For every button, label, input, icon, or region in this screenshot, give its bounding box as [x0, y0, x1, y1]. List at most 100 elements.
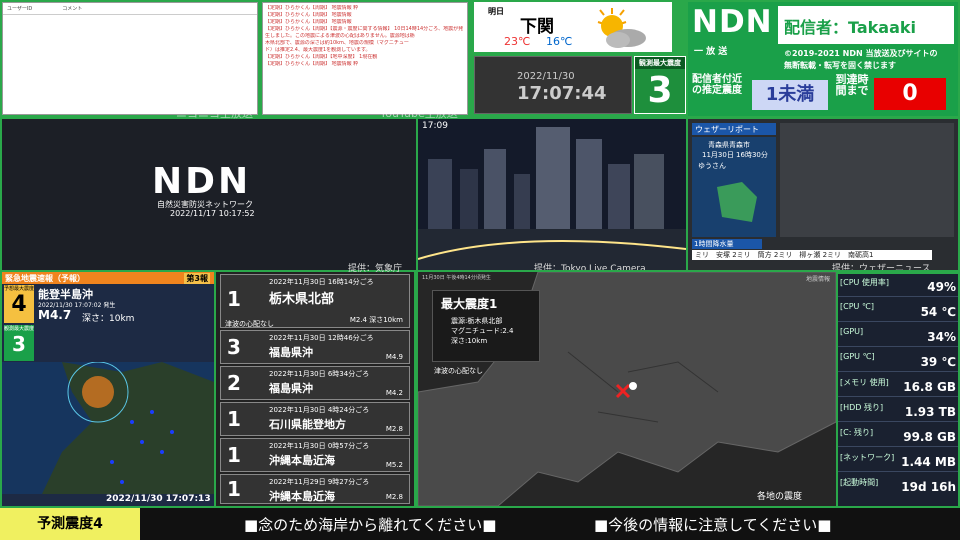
stat-value: 16.8 GB: [903, 380, 956, 394]
arrival-value: 0: [874, 78, 946, 110]
quake-row: 2 2022年11月30日 6時34分ごろ 福島県沖 M4.2: [220, 366, 410, 400]
map-magnitude: マグニチュード:2.4: [451, 327, 514, 335]
weather-report-map: 青森県青森市 11月30日 16時30分 ゆうさん: [692, 137, 776, 237]
quake-row: 1 2022年11月30日 0時57分ごろ 沖縄本島近海 M5.2: [220, 438, 410, 472]
map-epicenter: 震源:栃木県北部: [451, 317, 503, 325]
copyright-line: 無断転載・転写を固く禁じます: [784, 61, 896, 70]
max-intensity-box: 観測最大震度 3: [634, 56, 686, 114]
chat-line: 木県北部で、震源の深さは約10km、地震の規模（マグニチュー: [265, 40, 409, 46]
stat-row: [CPU ℃] 54 ℃: [838, 299, 958, 322]
quake-date: 2022年11月30日 16時14分ごろ: [269, 278, 374, 286]
rain-bar-title: 1時間降水量: [692, 239, 762, 249]
eew-title-text: 緊急地震速報（予報）: [5, 274, 85, 283]
map-depth: 深さ:10km: [451, 337, 488, 345]
stat-label: [C: 残り]: [840, 428, 874, 437]
weather-report-photo: [780, 123, 954, 237]
forecast-day: 明日: [488, 7, 504, 16]
quake-mag: M2.4 深さ10km: [349, 316, 403, 324]
forecast-city: 下関: [520, 17, 554, 37]
streamer-label: 配信者：Takaaki: [778, 6, 954, 44]
stat-row: [C: 残り] 99.8 GB: [838, 424, 958, 447]
quake-mag: M2.8: [385, 425, 403, 433]
ndn-subtitle: 一 放 送: [694, 47, 728, 57]
comment-header: ユーザーID コメント: [3, 3, 257, 15]
stat-label: [ネットワーク]: [840, 453, 895, 462]
map-header-right: 地震情報: [805, 276, 830, 283]
comment-panel-youtube: 【定期】ひらかくん【周期】 地震情報 粋 【定期】ひらかくん【周期】 地震情報 …: [262, 2, 468, 115]
chat-line: ド）は推定2.4、最大震度1を観測しています。: [265, 47, 371, 53]
quake-mag: M5.2: [385, 461, 403, 469]
stat-value: 1.93 TB: [904, 405, 956, 419]
quake-place: 沖縄本島近海: [269, 454, 335, 467]
quake-tsunami: 津波の心配なし: [225, 320, 274, 328]
system-stats: [CPU 使用率] 49% [CPU ℃] 54 ℃ [GPU] 34% [GPU ℃…: [838, 274, 958, 506]
eew-obs-value: 3: [12, 332, 26, 356]
quake-place: 福島県沖: [269, 346, 313, 359]
weather-report-title: ウェザーリポート: [692, 123, 776, 135]
quake-date: 2022年11月30日 4時24分ごろ: [269, 406, 370, 414]
quake-shindo: 2: [227, 371, 241, 395]
rain-bar: ミリ 安塚 2ミリ 筒方 2ミリ 柳ヶ瀬 2ミリ 南砺高1: [692, 250, 932, 260]
predicted-intensity-label: 予測震度4: [0, 508, 140, 540]
stat-value: 99.8 GB: [903, 430, 956, 444]
clock-date: 2022/11/30: [517, 71, 575, 82]
quake-mag: M2.8: [385, 493, 403, 501]
stat-value: 19d 16h: [901, 480, 956, 494]
map-tsunami: 津波の心配なし: [434, 367, 483, 375]
sun-cloud-icon: [597, 8, 646, 48]
city-skyline-image: [418, 119, 686, 270]
map-header: 11月30日 午後4時14分頃発生: [422, 275, 491, 281]
map-max: 最大震度1: [441, 297, 498, 311]
quake-row: 1 2022年11月29日 9時27分ごろ 沖縄本島近海 M2.8: [220, 474, 410, 504]
eew-observed-box: 観測最大震度 3: [4, 325, 34, 361]
eew-report-number: 第3報: [184, 273, 210, 284]
forecast-high: 23℃: [504, 35, 531, 48]
ndn-logo: NDN: [692, 4, 773, 40]
quake-shindo: 1: [227, 477, 241, 501]
max-intensity-label: 観測最大震度: [635, 57, 685, 69]
stat-value: 49%: [927, 280, 956, 294]
copyright-line: ©2019-2021 NDN 当放送及びサイトの: [784, 49, 938, 58]
stat-row: [CPU 使用率] 49%: [838, 274, 958, 297]
estimated-label: 配信者付近の推定震度: [692, 74, 742, 96]
ndn-header: NDN 配信者：Takaaki 一 放 送 ©2019-2021 NDN 当放送…: [688, 2, 958, 116]
stat-label: [GPU ℃]: [840, 352, 875, 361]
stat-row: [メモリ 使用] 16.8 GB: [838, 374, 958, 397]
camera-credit: 提供：Tokyo Live Camera: [534, 264, 646, 270]
quake-mag: M4.2: [385, 389, 403, 397]
ticker-message: ■念のため海岸から離れてください■: [244, 516, 497, 534]
weather-report-panel: ウェザーリポート 青森県青森市 11月30日 16時30分 ゆうさん 1時間降水…: [688, 119, 958, 270]
chat-line: 【定期】ひらかくん【周期】 地震情報: [265, 19, 352, 25]
chat-line: 生しました。この地震による津波の心配はありません。震源地は栃: [265, 33, 415, 39]
comment-column: コメント: [62, 6, 83, 12]
quake-shindo: 1: [227, 443, 241, 467]
stat-row: [ネットワーク] 1.44 MB: [838, 449, 958, 472]
ndn-video-panel: NDN 自然災害防災ネットワーク 2022/11/17 10:17:52 提供：…: [2, 119, 416, 274]
eew-magnitude: M4.7: [38, 308, 72, 322]
chat-line: 【定期】ひらかくん【周期】【地中深度】 1現在観: [265, 54, 378, 60]
epicenter-icon: [615, 382, 637, 399]
quake-shindo: 1: [227, 287, 241, 311]
eew-map: [2, 362, 214, 494]
quake-shindo: 3: [227, 335, 241, 359]
quake-list: 1 2022年11月30日 16時14分ごろ 栃木県北部 津波の心配なし M2.…: [216, 272, 414, 506]
quake-place: 沖縄本島近海: [269, 490, 335, 503]
quake-row: 1 2022年11月30日 4時24分ごろ 石川県能登地方 M2.8: [220, 402, 410, 436]
chat-line: 【定期】ひらかくん【周期】 地震情報 粋: [265, 5, 359, 11]
stat-row: [GPU] 34%: [838, 324, 958, 347]
report-location: 青森県青森市: [708, 141, 750, 149]
stat-label: [メモリ 使用]: [840, 378, 889, 387]
eew-obs-label: 観測最大震度: [4, 326, 35, 332]
quake-info-box: 最大震度1 震源:栃木県北部 マグニチュード:2.4 深さ:10km: [432, 290, 540, 362]
eew-title: 緊急地震速報（予報） 第3報: [2, 272, 214, 284]
weathernews-credit: 提供：ウェザーニュース: [832, 264, 931, 270]
aomori-map: [717, 182, 757, 222]
map-footer: 各地の震度: [756, 492, 802, 502]
max-intensity-value: 3: [647, 70, 673, 111]
eew-timestamp: 2022/11/30 17:07:13: [106, 494, 211, 504]
eew-panel: 緊急地震速報（予報） 第3報 予想最大震度 4 能登半島沖 2022/11/30…: [2, 272, 214, 506]
stat-row: [HDD 残り] 1.93 TB: [838, 399, 958, 422]
clock-time: 17:07:44: [517, 83, 607, 104]
quake-shindo: 1: [227, 407, 241, 431]
quake-mag: M4.9: [385, 353, 403, 361]
